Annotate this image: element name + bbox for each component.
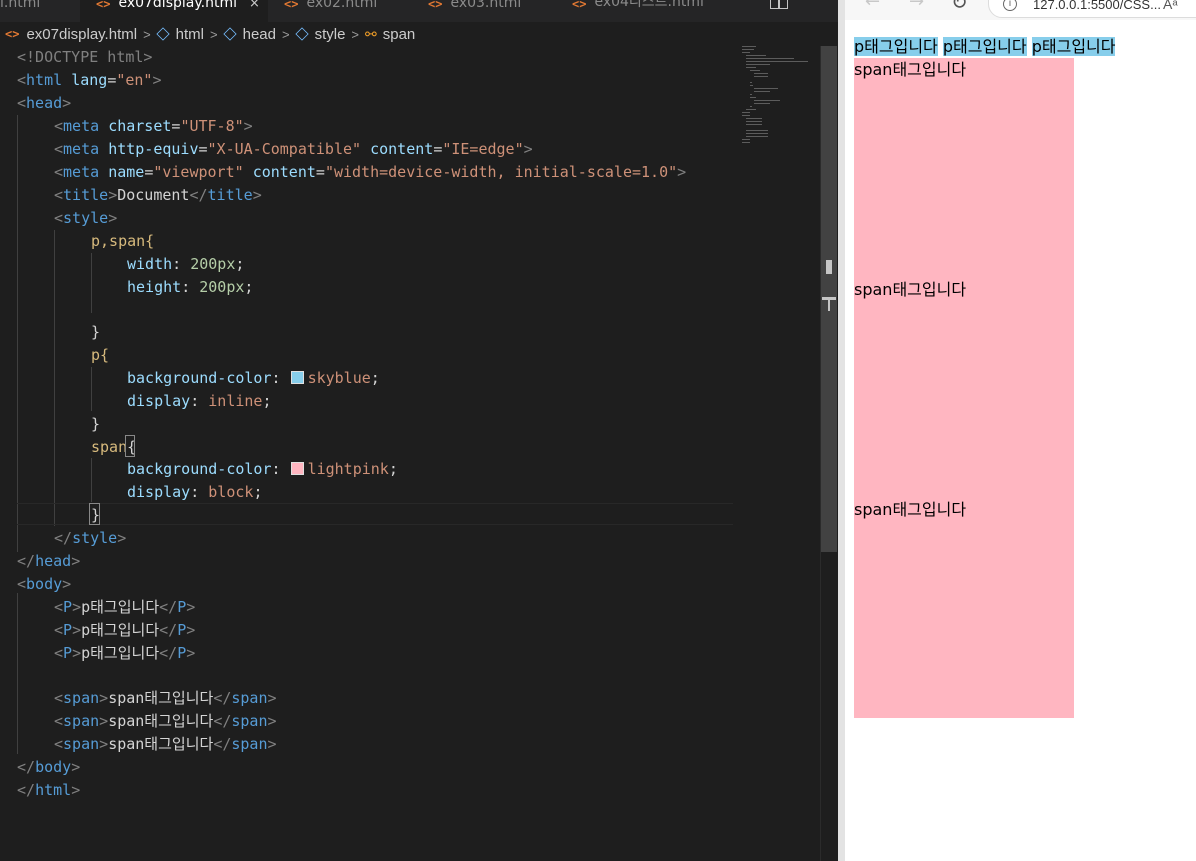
window-divider	[838, 0, 845, 861]
element-icon	[156, 27, 170, 41]
tab-ex04-html[interactable]: <> ex04리스트.html	[558, 0, 742, 22]
code-line: <html lang="en">	[17, 71, 162, 89]
code-line: <head>	[17, 94, 72, 112]
tab-label: ex07display.html	[118, 0, 237, 11]
span-text: span태그입니다	[854, 500, 967, 519]
code-line: p,span{	[91, 232, 155, 250]
code-line: </head>	[17, 552, 81, 570]
element-icon	[222, 27, 237, 41]
reload-icon[interactable]: ↻	[951, 0, 968, 14]
editor-tab-bar: l.html <> ex07display.html × <> ex02.htm…	[0, 0, 838, 22]
breadcrumb-file[interactable]: ex07display.html	[26, 26, 137, 43]
browser-window: ← → ↻ i 127.0.0.1:5500/CSS... Aᵃ p태그입니다 …	[845, 0, 1196, 861]
code-line: <span>span태그입니다</span>	[54, 735, 277, 753]
url-text[interactable]: 127.0.0.1:5500/CSS...	[1033, 0, 1161, 12]
chevron-right-icon: >	[143, 26, 151, 42]
code-line: </html>	[17, 781, 81, 799]
indent-guide	[17, 115, 18, 552]
paragraph-inline: p태그입니다	[942, 37, 1027, 56]
html-file-icon: <>	[5, 27, 20, 41]
scrollbar-marker	[828, 297, 830, 311]
tab-label: ex04리스트.html	[594, 0, 704, 10]
breadcrumb-item-html[interactable]: html	[156, 25, 205, 43]
color-swatch-skyblue[interactable]	[290, 371, 304, 384]
code-line: width: 200px;	[127, 255, 245, 273]
back-icon[interactable]: ←	[865, 0, 880, 12]
code-line: <body>	[17, 575, 72, 593]
code-line: </body>	[17, 758, 81, 776]
code-editor[interactable]: l.html <> ex07display.html × <> ex02.htm…	[0, 0, 838, 861]
breadcrumb-label: html	[175, 25, 205, 43]
tab-l-html[interactable]: l.html	[0, 0, 80, 22]
breadcrumb-label: style	[314, 25, 346, 43]
more-actions-icon[interactable]: ···	[803, 0, 818, 8]
chevron-right-icon: >	[281, 26, 290, 42]
code-line: p{	[91, 346, 110, 364]
chevron-right-icon: >	[210, 26, 218, 42]
indent-guide	[91, 367, 92, 411]
close-icon[interactable]: ×	[249, 0, 260, 11]
tab-label: ex02.html	[306, 0, 378, 11]
breadcrumb-item-style[interactable]: style	[294, 25, 346, 43]
breadcrumb-item-span[interactable]: ⚯ span	[365, 26, 415, 43]
matching-bracket-highlight	[89, 503, 100, 525]
code-line: </style>	[54, 529, 127, 547]
paragraph-row: p태그입니다 p태그입니다 p태그입니다	[854, 36, 1116, 58]
indent-guide	[91, 458, 92, 502]
span-text: span태그입니다	[854, 280, 967, 299]
code-line: <P>p태그입니다</P>	[54, 598, 196, 616]
chevron-right-icon: >	[351, 26, 360, 42]
color-swatch-lightpink[interactable]	[290, 462, 304, 475]
code-line: height: 200px;	[127, 278, 254, 296]
span-block: span태그입니다	[854, 58, 1074, 278]
code-line: <!DOCTYPE html>	[17, 48, 153, 66]
split-editor-icon[interactable]	[770, 0, 788, 9]
breadcrumb-label: span	[382, 25, 416, 43]
code-line: display: block;	[127, 483, 263, 501]
code-line: <meta charset="UTF-8">	[54, 117, 253, 135]
tab-label: l.html	[0, 0, 41, 11]
span-block: span태그입니다	[854, 498, 1074, 718]
breadcrumb-item-head[interactable]: head	[222, 25, 276, 43]
read-aloud-icon[interactable]: Aᵃ	[1163, 0, 1178, 12]
code-line: <P>p태그입니다</P>	[54, 644, 196, 662]
current-line-highlight	[17, 503, 733, 525]
code-line: <P>p태그입니다</P>	[54, 621, 196, 639]
tab-ex07display-html[interactable]: <> ex07display.html ×	[80, 0, 268, 22]
span-block: span태그입니다	[854, 278, 1074, 498]
code-line: background-color: lightpink;	[127, 460, 398, 478]
selector-icon: ⚯	[365, 25, 377, 42]
matching-bracket-highlight	[125, 435, 135, 457]
breadcrumb-label: head	[242, 25, 276, 43]
html-file-icon: <>	[428, 0, 443, 11]
code-line: <style>	[54, 209, 118, 227]
code-line: background-color: skyblue;	[127, 369, 380, 387]
code-line: display: inline;	[127, 392, 272, 410]
browser-toolbar: ← → ↻ i 127.0.0.1:5500/CSS... Aᵃ	[845, 0, 1196, 20]
forward-icon[interactable]: →	[909, 0, 924, 12]
html-file-icon: <>	[96, 0, 111, 11]
tab-label: ex03.html	[450, 0, 522, 11]
scrollbar-marker	[826, 260, 832, 274]
paragraph-inline: p태그입니다	[1031, 37, 1116, 56]
html-file-icon: <>	[284, 0, 299, 11]
indent-guide	[17, 593, 18, 754]
tab-ex02-html[interactable]: <> ex02.html	[270, 0, 410, 22]
indent-guide	[91, 253, 92, 313]
tab-ex03-html[interactable]: <> ex03.html	[414, 0, 556, 22]
code-line: <meta name="viewport" content="width=dev…	[54, 163, 687, 181]
code-line: }	[91, 323, 101, 341]
code-line: }	[91, 415, 101, 433]
code-line: <span>span태그입니다</span>	[54, 712, 277, 730]
indent-guide	[54, 230, 55, 526]
paragraph-inline: p태그입니다	[854, 37, 938, 56]
code-line: <title>Document</title>	[54, 186, 262, 204]
element-icon	[294, 27, 309, 41]
html-file-icon: <>	[572, 0, 587, 11]
code-line: <span>span태그입니다</span>	[54, 689, 277, 707]
breadcrumb: <> ex07display.html > html > head > styl…	[0, 22, 838, 46]
span-text: span태그입니다	[854, 60, 967, 79]
minimap[interactable]	[740, 46, 820, 166]
code-line: <meta http-equiv="X-UA-Compatible" conte…	[54, 140, 533, 158]
